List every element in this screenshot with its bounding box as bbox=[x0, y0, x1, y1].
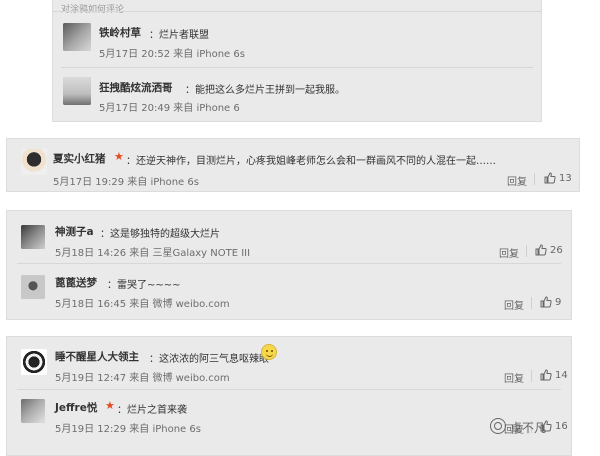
commenter-name[interactable]: 神测子a bbox=[55, 224, 94, 239]
comment-meta: 5月19日 12:47 来自 微博 weibo.com bbox=[55, 373, 230, 384]
verified-star-icon: ★ bbox=[114, 150, 124, 163]
verified-star-icon: ★ bbox=[105, 399, 115, 412]
like-count: 13 bbox=[559, 173, 572, 184]
separator bbox=[17, 389, 561, 390]
thumbs-up-icon bbox=[540, 369, 552, 381]
comment-card: 神测子a ：这是够独特的超级大烂片 5月18日 14:26 来自 三星Galax… bbox=[6, 210, 572, 320]
commenter-name[interactable]: 睡不醒星人大领主 bbox=[55, 349, 139, 364]
like-button[interactable]: 9 bbox=[540, 296, 561, 308]
avatar[interactable] bbox=[21, 349, 47, 375]
like-button[interactable]: 14 bbox=[540, 369, 568, 381]
comment-text: ：这浓浓的阿三气息呕辣眼 bbox=[149, 354, 269, 365]
comment-meta: 5月19日 12:29 来自 iPhone 6s bbox=[55, 424, 201, 435]
reply-button[interactable]: 回复 bbox=[499, 245, 519, 260]
cut-off-text: 对涂鸦如何评论 bbox=[61, 5, 125, 15]
reply-button[interactable]: 回复 bbox=[504, 370, 524, 385]
like-button[interactable]: 26 bbox=[535, 244, 563, 256]
comment-meta: 5月18日 14:26 来自 三星Galaxy NOTE III bbox=[55, 248, 251, 259]
avatar[interactable] bbox=[63, 77, 91, 105]
like-count: 9 bbox=[555, 297, 562, 308]
like-count: 14 bbox=[555, 370, 568, 381]
commenter-name[interactable]: 铁岭村草 bbox=[99, 25, 141, 40]
avatar[interactable] bbox=[21, 225, 45, 249]
comment-card: 夏实小红猪 ★ ：还逆天神作，目测烂片，心疼我姐峰老师怎么会和一群画风不同的人混… bbox=[6, 138, 580, 192]
thumbs-up-icon bbox=[535, 244, 547, 256]
separator bbox=[53, 11, 541, 12]
commenter-name[interactable]: 夏实小红猪 bbox=[53, 151, 106, 166]
like-button[interactable]: 13 bbox=[544, 172, 572, 184]
avatar[interactable] bbox=[63, 23, 91, 51]
wechat-logo-icon bbox=[490, 418, 506, 434]
comment-text: ：雷哭了~~~~ bbox=[107, 280, 181, 291]
smiley-emoji-icon bbox=[261, 344, 277, 360]
reply-button[interactable]: 回复 bbox=[507, 173, 527, 188]
commenter-name[interactable]: 蓖蓖送梦 bbox=[55, 275, 97, 290]
separator bbox=[61, 67, 533, 68]
weibo-comments-screenshot: { "top_cut_text": "对涂鸦如何评论", "card1": { … bbox=[0, 0, 600, 456]
comment-meta: 5月17日 19:29 来自 iPhone 6s bbox=[53, 177, 199, 188]
comment-card: 睡不醒星人大领主 ：这浓浓的阿三气息呕辣眼 5月19日 12:47 来自 微博 … bbox=[6, 336, 572, 456]
comment-text: ：能把这么多烂片王拼到一起我服。 bbox=[185, 85, 345, 96]
avatar[interactable] bbox=[21, 399, 45, 423]
watermark: 卓不凡 bbox=[490, 418, 546, 436]
watermark-text: 卓不凡 bbox=[510, 421, 547, 435]
comment-text: ：烂片者联盟 bbox=[149, 30, 209, 41]
comment-meta: 5月17日 20:49 来自 iPhone 6 bbox=[99, 103, 240, 114]
commenter-name[interactable]: Jeffre悦 bbox=[55, 400, 97, 415]
thumbs-up-icon bbox=[540, 296, 552, 308]
divider bbox=[531, 297, 532, 309]
like-count: 26 bbox=[550, 245, 563, 256]
avatar[interactable] bbox=[21, 275, 45, 299]
comment-row: 狂拽酷炫流洒哥 ：能把这么多烂片王拼到一起我服。 5月17日 20:49 来自 … bbox=[53, 71, 541, 119]
comment-meta: 5月17日 20:52 来自 iPhone 6s bbox=[99, 49, 245, 60]
thumbs-up-icon bbox=[544, 172, 556, 184]
comment-text: ：还逆天神作，目测烂片，心疼我姐峰老师怎么会和一群画风不同的人混在一起…… bbox=[126, 156, 496, 167]
comment-text: ：这是够独特的超级大烂片 bbox=[100, 229, 220, 240]
divider bbox=[534, 173, 535, 185]
like-count: 16 bbox=[555, 421, 568, 432]
avatar[interactable] bbox=[21, 149, 47, 175]
divider bbox=[531, 370, 532, 382]
comment-meta: 5月18日 16:45 来自 微博 weibo.com bbox=[55, 299, 230, 310]
comment-row: 铁岭村草 ：烂片者联盟 5月17日 20:52 来自 iPhone 6s bbox=[53, 17, 541, 65]
commenter-name[interactable]: 狂拽酷炫流洒哥 bbox=[99, 80, 173, 95]
comment-card-top: 对涂鸦如何评论 铁岭村草 ：烂片者联盟 5月17日 20:52 来自 iPhon… bbox=[52, 0, 542, 122]
comment-text: ：烂片之首来袭 bbox=[117, 405, 187, 416]
reply-button[interactable]: 回复 bbox=[504, 297, 524, 312]
separator bbox=[17, 263, 561, 264]
divider bbox=[526, 245, 527, 257]
